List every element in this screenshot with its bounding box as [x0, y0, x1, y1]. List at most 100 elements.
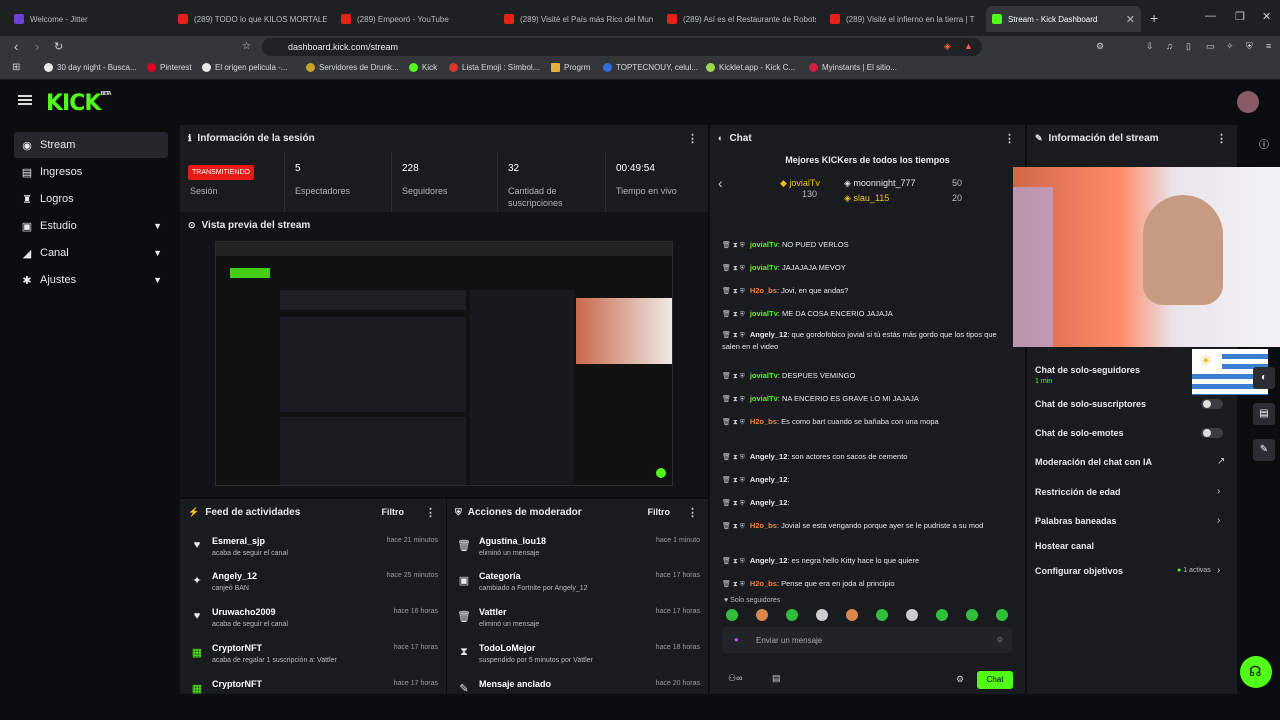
feed-name[interactable]: CryptorNFT [212, 643, 262, 653]
message-actions-icon[interactable]: 🗑⧗⛨ [722, 373, 747, 380]
chat-username[interactable]: Angely_12 [750, 475, 788, 484]
emote-icon[interactable] [726, 609, 738, 621]
apps-grid-icon[interactable]: ⊞ [12, 62, 20, 73]
bookmark-item[interactable]: Servidores de Drunk... [306, 63, 399, 72]
more-options-icon[interactable]: ⋮ [1004, 132, 1015, 145]
tab-jitter[interactable]: Welcome - Jitter [8, 6, 158, 32]
sidebar-item-canal[interactable]: ◢ Canal ▼ [14, 240, 168, 266]
feed-name[interactable]: Vattler [479, 607, 507, 617]
age-restriction-setting[interactable]: Restricción de edad [1035, 487, 1225, 497]
filter-button[interactable]: Filtro [382, 507, 405, 517]
forward-icon[interactable]: › [35, 39, 39, 54]
layout-icon[interactable]: ▤ [1253, 403, 1275, 425]
chat-tools-icon[interactable]: ▤ [772, 673, 781, 684]
emotes-only-toggle[interactable] [1201, 428, 1223, 438]
ai-moderation-setting[interactable]: Moderación del chat con IA [1035, 457, 1225, 467]
chat-username[interactable]: Angely_12 [750, 452, 788, 461]
emote-icon[interactable] [786, 609, 798, 621]
new-tab-icon[interactable]: + [1150, 10, 1158, 26]
tab-youtube-2[interactable]: (289) Empeoró - YouTube [335, 6, 490, 32]
subscribers-only-toggle[interactable] [1201, 399, 1223, 409]
emote-icon[interactable] [966, 609, 978, 621]
chat-username[interactable]: H2o_bs [750, 579, 777, 588]
chat-users-icon[interactable]: ⚇∞ [728, 673, 742, 684]
reload-icon[interactable]: ↻ [54, 40, 63, 53]
message-actions-icon[interactable]: 🗑⧗⛨ [722, 558, 747, 565]
message-actions-icon[interactable]: 🗑⧗⛨ [722, 396, 747, 403]
chat-icon[interactable]: ◐ [1253, 367, 1275, 389]
menu-icon[interactable]: ≡ [1266, 41, 1271, 51]
chat-settings-icon[interactable]: ⚙ [956, 674, 964, 685]
bookmark-item[interactable]: Lista Emoji : Símbol... [449, 63, 539, 72]
bookmark-item[interactable]: Pinterest [147, 63, 192, 72]
wallet-icon[interactable]: ▭ [1206, 41, 1215, 52]
close-window-icon[interactable]: ✕ [1262, 10, 1271, 23]
minimize-icon[interactable]: — [1205, 10, 1216, 22]
sidebar-item-estudio[interactable]: ▣ Estudio ▼ [14, 213, 168, 239]
avatar[interactable] [1237, 91, 1259, 113]
feed-name[interactable]: Agustina_lou18 [479, 536, 546, 546]
chat-username[interactable]: H2o_bs [750, 286, 777, 295]
info-icon[interactable]: ⓘ [1253, 131, 1275, 153]
feed-name[interactable]: CryptorNFT [212, 679, 262, 689]
brave-rewards-icon[interactable]: ▲ [964, 41, 973, 51]
leader-name[interactable]: jovialTv [789, 178, 820, 188]
tab-youtube-4[interactable]: (289) Así es el Restaurante de Robots [661, 6, 816, 32]
chat-username[interactable]: H2o_bs [750, 417, 777, 426]
emote-icon[interactable] [816, 609, 828, 621]
more-options-icon[interactable]: ⋮ [687, 506, 698, 519]
message-actions-icon[interactable]: 🗑⧗⛨ [722, 500, 747, 507]
bookmark-item[interactable]: Kicklet.app - Kick C... [706, 63, 795, 72]
emote-icon[interactable] [906, 609, 918, 621]
message-actions-icon[interactable]: 🗑⧗⛨ [722, 332, 747, 339]
chat-username[interactable]: jovialTv [750, 240, 778, 249]
bookmark-item[interactable]: Myinstants | El sitio... [809, 63, 897, 72]
bookmark-item[interactable]: Progrm [551, 63, 590, 72]
more-options-icon[interactable]: ⋮ [1216, 132, 1227, 145]
chat-username[interactable]: jovialTv [750, 309, 778, 318]
banned-words-setting[interactable]: Palabras baneadas [1035, 516, 1225, 526]
extensions-icon[interactable]: ⚙ [1096, 41, 1104, 52]
send-chat-button[interactable]: Chat [977, 671, 1013, 689]
feed-name[interactable]: Esmeral_sjp [212, 536, 265, 546]
chat-username[interactable]: Angely_12 [750, 556, 788, 565]
message-actions-icon[interactable]: 🗑⧗⛨ [722, 523, 747, 530]
emoji-icon[interactable]: ☺ [996, 635, 1004, 644]
more-options-icon[interactable]: ⋮ [425, 506, 436, 519]
address-bar[interactable]: dashboard.kick.com/stream [262, 38, 982, 56]
maximize-icon[interactable]: ❐ [1235, 10, 1245, 23]
hamburger-menu-icon[interactable] [18, 95, 32, 105]
chevron-right-icon[interactable]: › [1217, 515, 1220, 526]
sidebar-icon[interactable]: ▯ [1186, 41, 1191, 52]
wrench-icon[interactable]: ✎ [1253, 439, 1275, 461]
media-icon[interactable]: ♫ [1166, 41, 1173, 51]
bookmark-item[interactable]: 30 day night - Busca... [44, 63, 137, 72]
message-actions-icon[interactable]: 🗑⧗⛨ [722, 288, 747, 295]
tab-kick-dashboard[interactable]: Stream - Kick Dashboard ✕ [986, 6, 1141, 32]
chat-username[interactable]: Angely_12 [750, 498, 788, 507]
feed-name[interactable]: Angely_12 [212, 571, 257, 581]
vpn-icon[interactable]: ⛨ [1246, 41, 1253, 52]
chevron-right-icon[interactable]: › [1217, 486, 1220, 497]
chat-username[interactable]: Angely_12 [750, 330, 788, 339]
message-actions-icon[interactable]: 🗑⧗⛨ [722, 454, 747, 461]
tab-youtube-3[interactable]: (289) Visité el País más Rico del Mun [498, 6, 653, 32]
emote-icon[interactable] [846, 609, 858, 621]
sidebar-item-ingresos[interactable]: ▤ Ingresos [14, 159, 168, 185]
external-link-icon[interactable]: ↗ [1217, 456, 1225, 467]
chevron-left-icon[interactable]: ‹ [718, 175, 723, 191]
message-actions-icon[interactable]: 🗑⧗⛨ [722, 581, 747, 588]
leo-icon[interactable]: ✧ [1226, 41, 1234, 52]
emote-icon[interactable] [996, 609, 1008, 621]
leader-name[interactable]: slau_115 [853, 193, 889, 203]
sidebar-item-stream[interactable]: ◉ Stream [14, 132, 168, 158]
chevron-right-icon[interactable]: › [1217, 565, 1220, 576]
bookmark-item[interactable]: El origen pelicula -... [202, 63, 287, 72]
feed-name[interactable]: TodoLoMejor [479, 643, 535, 653]
message-actions-icon[interactable]: 🗑⧗⛨ [722, 477, 747, 484]
bookmark-item[interactable]: TOPTECNOUY, celul... [603, 63, 698, 72]
message-actions-icon[interactable]: 🗑⧗⛨ [722, 311, 747, 318]
message-actions-icon[interactable]: 🗑⧗⛨ [722, 265, 747, 272]
feed-name[interactable]: Uruwacho2009 [212, 607, 276, 617]
stream-preview-video[interactable] [215, 241, 673, 486]
